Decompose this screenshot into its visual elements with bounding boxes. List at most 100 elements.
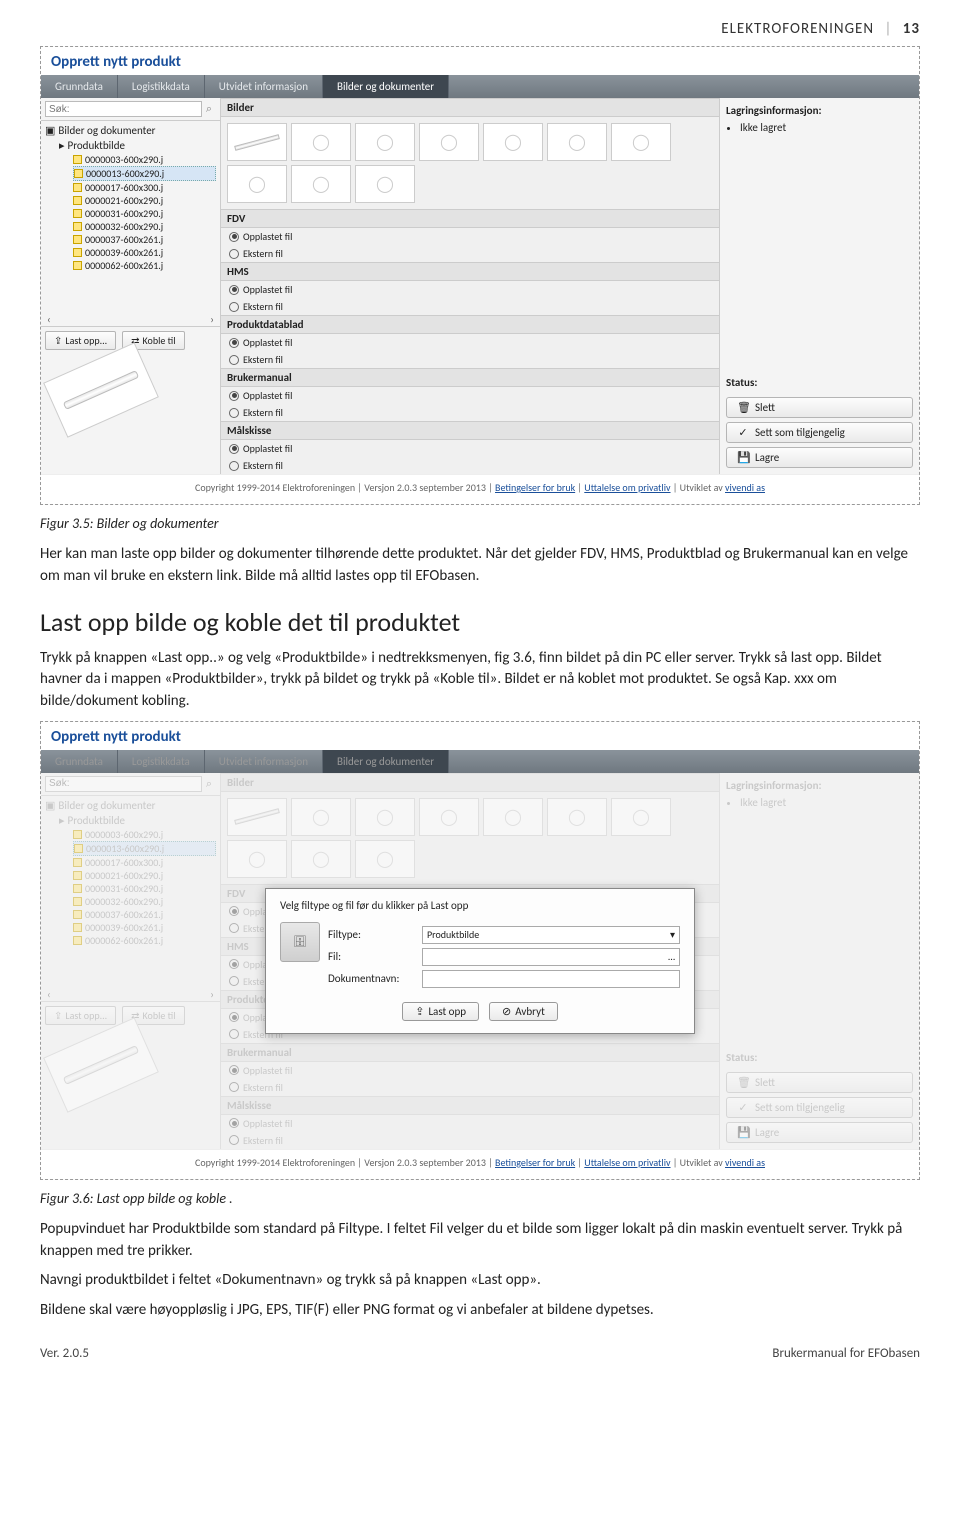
set-available-button[interactable]: ✓Sett som tilgjengelig (726, 422, 913, 443)
radio-option[interactable]: Opplastet fil (221, 1009, 719, 1026)
tree-file-item[interactable]: 0000021-600x290.j (73, 869, 216, 882)
radio-option[interactable]: Opplastet fil (221, 440, 719, 457)
radio-option[interactable]: Ekstern fil (221, 1026, 719, 1043)
radio-option[interactable]: Opplastet fil (221, 228, 719, 245)
thumbnail-placeholder[interactable]: ◯ (227, 165, 287, 203)
tree-file-item[interactable]: 0000013-600x290.j (73, 841, 216, 856)
tree-file-item[interactable]: 0000037-600x261.j (73, 908, 216, 921)
tree-file-item[interactable]: 0000062-600x261.j (73, 934, 216, 947)
upload-button[interactable]: ⇪Last opp... (45, 1006, 116, 1025)
privacy-link[interactable]: Uttalelse om privatliv (584, 1156, 670, 1169)
privacy-link[interactable]: Uttalelse om privatliv (584, 481, 670, 494)
thumbnail-placeholder[interactable]: ◯ (547, 798, 607, 836)
status-label: Status: (726, 1051, 913, 1064)
radio-option[interactable]: Opplastet fil (221, 903, 719, 920)
thumbnail-placeholder[interactable]: ◯ (227, 840, 287, 878)
tree-file-item[interactable]: 0000003-600x290.j (73, 828, 216, 841)
thumbnail-placeholder[interactable]: ◯ (355, 123, 415, 161)
thumbnail-placeholder[interactable]: ◯ (291, 798, 351, 836)
delete-button[interactable]: 🗑Slett (726, 397, 913, 418)
radio-option[interactable]: Ekstern fil (221, 245, 719, 262)
thumbnail[interactable] (227, 798, 287, 836)
thumbnail-placeholder[interactable]: ◯ (355, 165, 415, 203)
tree-file-item[interactable]: 0000013-600x290.j (73, 166, 216, 181)
thumbnail-placeholder[interactable]: ◯ (355, 840, 415, 878)
radio-option[interactable]: Ekstern fil (221, 973, 719, 990)
section-fdv: FDV (221, 884, 719, 903)
tree-file-item[interactable]: 0000039-600x261.j (73, 921, 216, 934)
tab-grunndata[interactable]: Grunndata (41, 750, 118, 773)
thumbnail-placeholder[interactable]: ◯ (355, 798, 415, 836)
tree-root[interactable]: ▣Bilder og dokumenter (45, 798, 216, 813)
radio-option[interactable]: Ekstern fil (221, 351, 719, 368)
thumbnail-placeholder[interactable]: ◯ (291, 123, 351, 161)
thumbnail-placeholder[interactable]: ◯ (291, 165, 351, 203)
thumbnail-placeholder[interactable]: ◯ (483, 798, 543, 836)
sidebar-search-input[interactable] (45, 101, 202, 117)
search-icon[interactable]: ⌕ (202, 777, 216, 791)
thumbnail-placeholder[interactable]: ◯ (483, 123, 543, 161)
delete-button[interactable]: 🗑Slett (726, 1072, 913, 1093)
page-number: 13 (903, 20, 920, 38)
tree-folder-produktbilde[interactable]: ▸Produktbilde (59, 813, 216, 828)
tree-root[interactable]: ▣Bilder og dokumenter (45, 123, 216, 138)
tree-file-item[interactable]: 0000062-600x261.j (73, 259, 216, 272)
radio-option[interactable]: Ekstern fil (221, 457, 719, 474)
sidebar-search-input[interactable] (45, 776, 202, 792)
tab-utvidet[interactable]: Utvidet informasjon (205, 75, 323, 98)
vendor-link[interactable]: vivendi as (725, 1156, 765, 1169)
tab-grunndata[interactable]: Grunndata (41, 75, 118, 98)
chevron-right-icon[interactable]: › (210, 988, 214, 1001)
app-footer: Copyright 1999-2014 Elektroforeningen | … (41, 1149, 919, 1179)
thumbnail-placeholder[interactable]: ◯ (611, 123, 671, 161)
tree-file-item[interactable]: 0000037-600x261.j (73, 233, 216, 246)
tab-logistikkdata[interactable]: Logistikkdata (118, 75, 205, 98)
section-datablad: Produktdatablad (221, 990, 719, 1009)
scroll-indicators: ‹› (41, 313, 220, 326)
tree-folder-produktbilde[interactable]: ▸Produktbilde (59, 138, 216, 153)
radio-option[interactable]: Ekstern fil (221, 404, 719, 421)
thumbnail-placeholder[interactable]: ◯ (291, 840, 351, 878)
storage-status: Ikke lagret (740, 796, 913, 809)
tab-utvidet[interactable]: Utvidet informasjon (205, 750, 323, 773)
upload-button[interactable]: ⇪Last opp... (45, 331, 116, 350)
radio-option[interactable]: Opplastet fil (221, 334, 719, 351)
thumbnail-placeholder[interactable]: ◯ (419, 123, 479, 161)
thumbnail-placeholder[interactable]: ◯ (611, 798, 671, 836)
tree-file-item[interactable]: 0000031-600x290.j (73, 882, 216, 895)
radio-option[interactable]: Opplastet fil (221, 281, 719, 298)
save-button[interactable]: 💾Lagre (726, 447, 913, 468)
vendor-link[interactable]: vivendi as (725, 481, 765, 494)
thumbnail-placeholder[interactable]: ◯ (547, 123, 607, 161)
tree-file-item[interactable]: 0000017-600x300.j (73, 856, 216, 869)
tree-file-item[interactable]: 0000017-600x300.j (73, 181, 216, 194)
tab-logistikkdata[interactable]: Logistikkdata (118, 750, 205, 773)
terms-link[interactable]: Betingelser for bruk (495, 1156, 575, 1169)
radio-option[interactable]: Opplastet fil (221, 1062, 719, 1079)
thumbnail-placeholder[interactable]: ◯ (419, 798, 479, 836)
set-available-button[interactable]: ✓Sett som tilgjengelig (726, 1097, 913, 1118)
tree-file-item[interactable]: 0000039-600x261.j (73, 246, 216, 259)
radio-option[interactable]: Opplastet fil (221, 956, 719, 973)
chevron-left-icon[interactable]: ‹ (47, 988, 51, 1001)
radio-option[interactable]: Ekstern fil (221, 1079, 719, 1096)
tree-file-item[interactable]: 0000003-600x290.j (73, 153, 216, 166)
thumbnail[interactable] (227, 123, 287, 161)
radio-option[interactable]: Ekstern fil (221, 920, 719, 937)
tree-file-item[interactable]: 0000032-600x290.j (73, 220, 216, 233)
radio-option[interactable]: Opplastet fil (221, 1115, 719, 1132)
radio-option[interactable]: Ekstern fil (221, 298, 719, 315)
terms-link[interactable]: Betingelser for bruk (495, 481, 575, 494)
chevron-left-icon[interactable]: ‹ (47, 313, 51, 326)
body-paragraph-3: Popupvinduet har Produktbilde som standa… (40, 1219, 920, 1263)
save-button[interactable]: 💾Lagre (726, 1122, 913, 1143)
chevron-right-icon[interactable]: › (210, 313, 214, 326)
tree-file-item[interactable]: 0000031-600x290.j (73, 207, 216, 220)
tab-bilder-og-dokumenter[interactable]: Bilder og dokumenter (323, 750, 449, 773)
tree-file-item[interactable]: 0000021-600x290.j (73, 194, 216, 207)
search-icon[interactable]: ⌕ (202, 102, 216, 116)
radio-option[interactable]: Opplastet fil (221, 387, 719, 404)
tree-file-item[interactable]: 0000032-600x290.j (73, 895, 216, 908)
radio-option[interactable]: Ekstern fil (221, 1132, 719, 1149)
tab-bilder-og-dokumenter[interactable]: Bilder og dokumenter (323, 75, 449, 98)
